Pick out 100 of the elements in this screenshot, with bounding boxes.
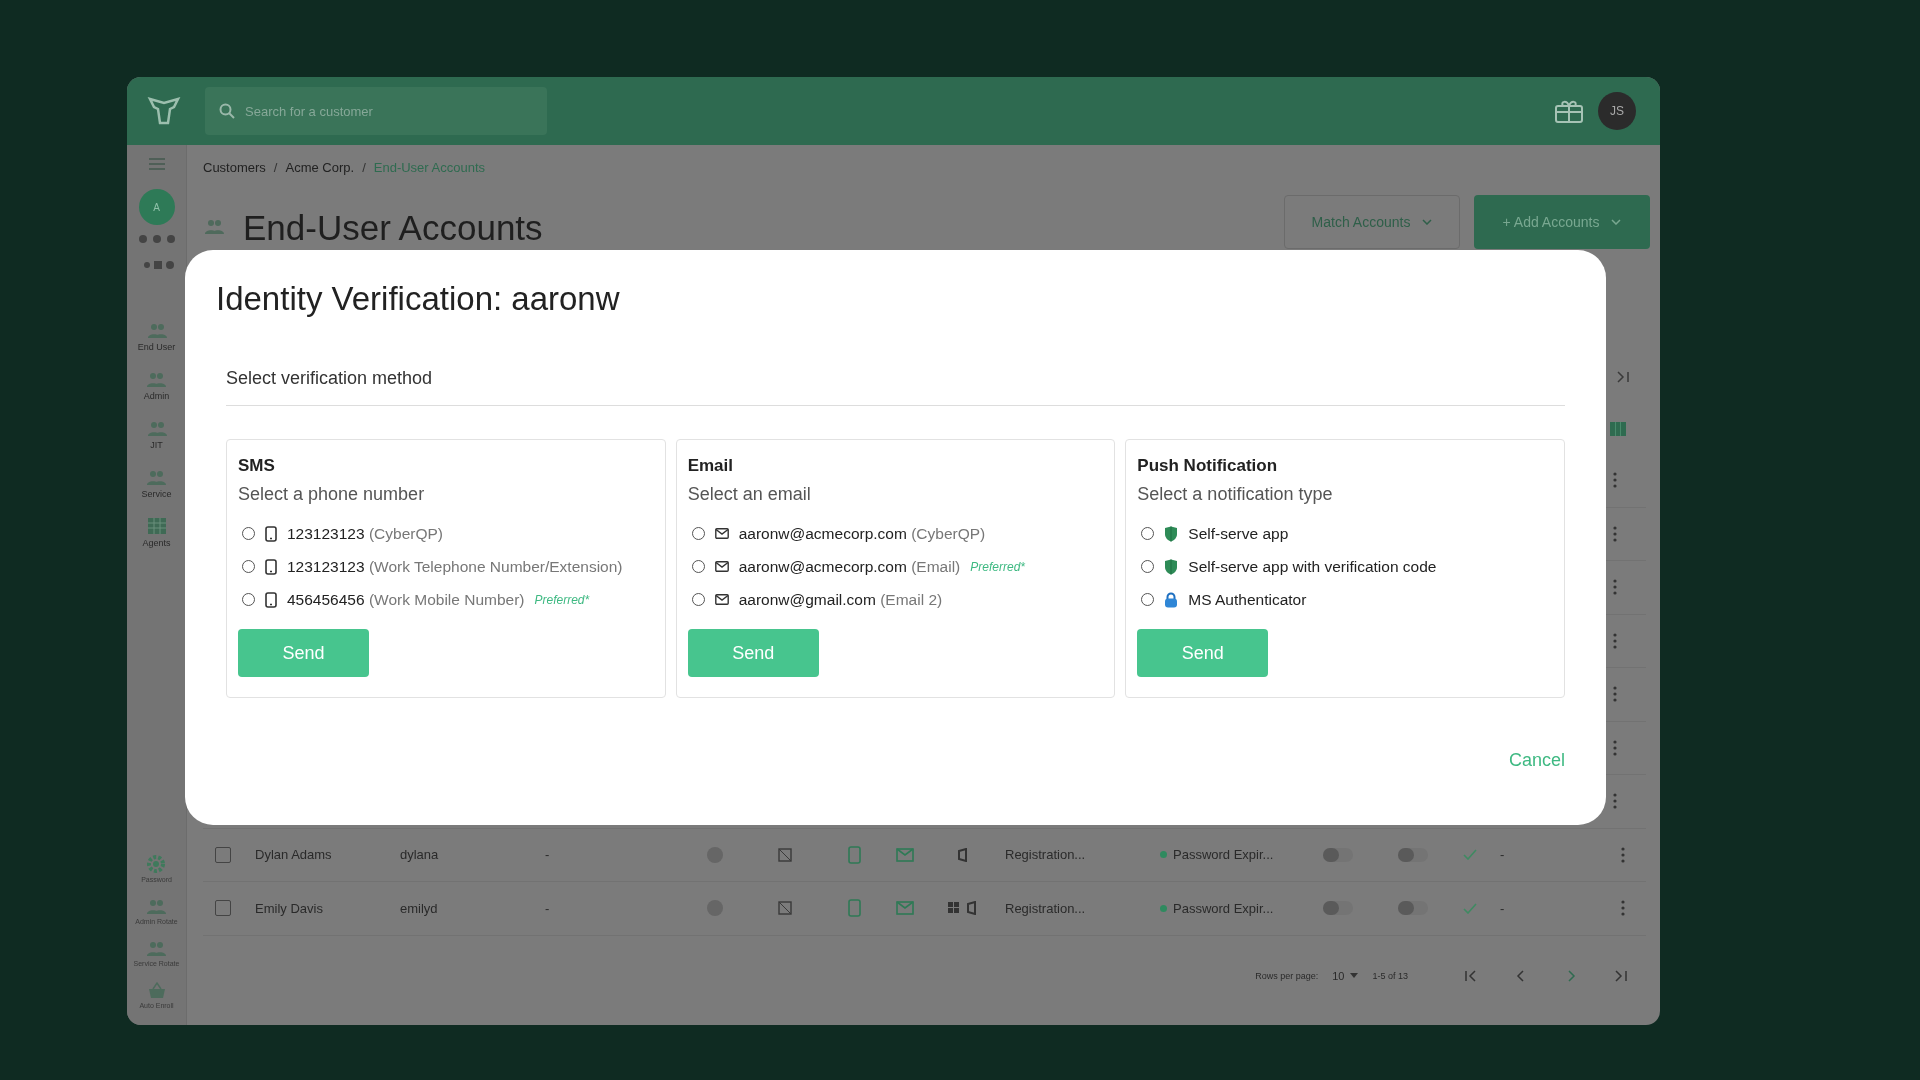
option-label[interactable]: Self-serve app xyxy=(1188,524,1289,543)
more-icon[interactable] xyxy=(1620,846,1625,863)
nav-item[interactable]: Admin xyxy=(143,370,170,401)
option-label[interactable]: Self-serve app with verification code xyxy=(1188,557,1437,576)
search-field[interactable]: Search for a customer xyxy=(205,87,547,135)
option-label[interactable]: aaronw@acmecorp.com (CyberQP) xyxy=(738,524,986,543)
users-icon xyxy=(145,897,168,915)
nav-item[interactable]: End User xyxy=(137,321,176,352)
option-label[interactable]: 123123123 (CyberQP) xyxy=(287,524,443,543)
table-cell: Dylan Adams xyxy=(255,847,332,863)
section-heading: Select verification method xyxy=(226,368,1565,406)
option-label[interactable]: 456456456 (Work Mobile Number) xyxy=(287,590,525,609)
mail-icon xyxy=(714,528,729,539)
option-label[interactable]: aaronw@gmail.com (Email 2) xyxy=(738,590,943,609)
user-avatar[interactable]: JS xyxy=(1598,92,1636,130)
table-cell: Registration... xyxy=(1005,900,1086,916)
users-icon xyxy=(145,370,168,388)
dialog-title: Identity Verification: aaronw xyxy=(216,280,621,319)
mail-icon xyxy=(714,561,729,572)
mail-icon xyxy=(714,594,729,605)
more-icon[interactable] xyxy=(1613,525,1617,542)
phone-icon xyxy=(848,899,862,918)
send-button[interactable]: Send xyxy=(687,629,819,677)
card-subtitle: Select an email xyxy=(687,484,812,505)
more-icon[interactable] xyxy=(1613,686,1617,703)
card-title: SMS xyxy=(238,456,276,476)
settings-icon xyxy=(145,855,168,873)
option-label[interactable]: aaronw@acmecorp.com (Email) xyxy=(738,557,961,576)
action-button[interactable]: + Add Accounts xyxy=(1474,195,1650,249)
search-icon xyxy=(219,103,235,119)
nav-item[interactable]: Agents xyxy=(142,517,171,548)
more-icon[interactable] xyxy=(1613,472,1617,489)
nav-label: End User xyxy=(137,342,176,352)
users-icon xyxy=(145,468,168,486)
nav-label: Admin xyxy=(143,391,170,401)
users-icon xyxy=(145,321,168,339)
toggle-switch[interactable] xyxy=(1322,901,1353,916)
breadcrumb-separator: / xyxy=(273,159,278,175)
more-icon[interactable] xyxy=(1613,579,1617,596)
cancel-button[interactable]: Cancel xyxy=(1508,750,1565,771)
table-cell: emilyd xyxy=(400,900,438,916)
more-icon[interactable] xyxy=(1620,900,1625,917)
rows-per-page-select[interactable]: 10 xyxy=(1332,969,1359,982)
nav-label: JIT xyxy=(150,440,163,450)
users-icon xyxy=(145,419,168,437)
table-cell: - xyxy=(1500,847,1505,863)
last-page-icon[interactable] xyxy=(1616,370,1630,383)
mail-icon xyxy=(896,847,914,862)
toggle-switch[interactable] xyxy=(1322,847,1353,862)
row-checkbox[interactable] xyxy=(215,900,231,917)
account-avatar[interactable]: A xyxy=(138,189,175,225)
table-cell: - xyxy=(1500,900,1505,916)
phone-icon xyxy=(265,591,277,608)
windows-icon xyxy=(947,902,960,915)
card-subtitle: Select a phone number xyxy=(238,484,426,505)
caret-icon xyxy=(1422,219,1433,225)
last-page-icon[interactable] xyxy=(1614,969,1628,982)
table-cell: - xyxy=(545,847,550,863)
table-cell: - xyxy=(545,900,550,916)
breadcrumb-link[interactable]: Customers xyxy=(203,159,266,175)
nav-item[interactable]: Service xyxy=(141,468,172,499)
row-checkbox[interactable] xyxy=(215,846,231,863)
send-button[interactable]: Send xyxy=(1137,629,1269,677)
nav-label: Agents xyxy=(142,538,171,548)
toggle-switch[interactable] xyxy=(1397,847,1428,862)
more-icon[interactable] xyxy=(1613,739,1617,756)
send-button[interactable]: Send xyxy=(238,629,369,677)
grid-icon xyxy=(145,517,168,535)
status-label: Password Expir... xyxy=(1173,847,1274,863)
breadcrumb-separator: / xyxy=(362,159,366,175)
phone-icon xyxy=(848,845,862,864)
lock-icon xyxy=(1164,591,1179,608)
action-button[interactable]: Match Accounts xyxy=(1284,195,1460,249)
more-icon[interactable] xyxy=(1613,632,1617,649)
more-icon[interactable] xyxy=(1613,793,1617,810)
breadcrumb-link[interactable]: Acme Corp. xyxy=(285,159,355,175)
users-icon xyxy=(145,939,168,957)
shield-icon xyxy=(1164,525,1179,542)
page-range: 1-5 of 13 xyxy=(1372,970,1408,981)
option-label[interactable]: MS Authenticator xyxy=(1188,590,1307,609)
nav-label: Service xyxy=(141,489,172,499)
card-title: Email xyxy=(687,456,734,476)
card-title: Push Notification xyxy=(1137,456,1279,476)
option-label[interactable]: 123123123 (Work Telephone Number/Extension) xyxy=(287,557,623,576)
gift-icon[interactable] xyxy=(1554,98,1584,124)
card-subtitle: Select a notification type xyxy=(1137,484,1334,505)
status-label: Password Expir... xyxy=(1173,900,1274,916)
preferred-tag: Preferred* xyxy=(534,592,590,607)
mail-icon xyxy=(896,901,914,916)
table-cell: Registration... xyxy=(1005,847,1086,863)
nav-item[interactable]: JIT xyxy=(145,419,168,450)
phone-icon xyxy=(265,525,277,542)
caret-icon xyxy=(1350,973,1359,978)
rows-per-page-label: Rows per page: xyxy=(1255,970,1319,981)
first-page-icon[interactable] xyxy=(1464,969,1478,982)
shield-icon xyxy=(1164,558,1179,575)
toggle-switch[interactable] xyxy=(1397,901,1428,916)
preferred-tag: Preferred* xyxy=(970,559,1025,574)
table-cell: dylana xyxy=(400,847,439,863)
page-title: End-User Accounts xyxy=(243,208,543,248)
